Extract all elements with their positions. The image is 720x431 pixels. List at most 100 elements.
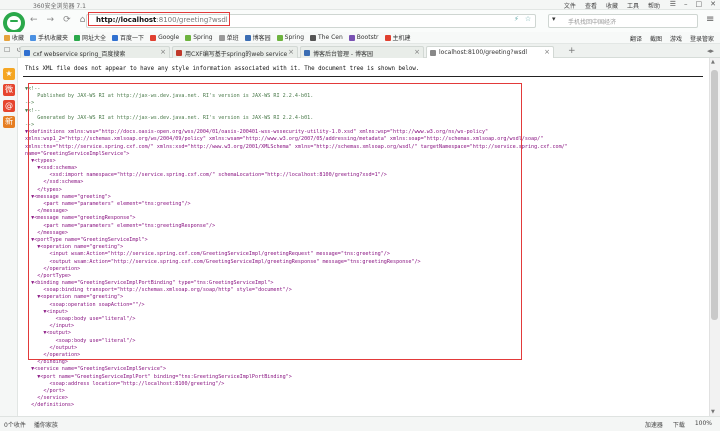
tab-close-icon[interactable]: × [414, 48, 420, 56]
xml-line: </service> [25, 395, 68, 402]
xml-line: </xsd:schema> [25, 179, 84, 186]
url-host: http://localhost [96, 16, 157, 24]
star-icon[interactable]: ☆ [525, 15, 531, 23]
tab-close-icon[interactable]: × [544, 48, 550, 56]
xml-line: </portType> [25, 272, 72, 279]
toolbar-item[interactable]: 游戏 [670, 34, 682, 43]
browser-tab[interactable]: 博客后台管理 - 博客园 × [300, 46, 424, 58]
xml-line: </message> [25, 208, 68, 215]
browser-tab[interactable]: localhost:8100/greeting?wsdl × [426, 46, 554, 58]
menu-item[interactable]: 文件 [564, 1, 576, 10]
sidebar-item-icon[interactable]: 微 [3, 84, 15, 96]
status-item[interactable]: 100% [695, 420, 712, 429]
forward-arrow-icon[interactable]: → [47, 15, 55, 25]
bookmark-item[interactable]: Spring [185, 34, 213, 41]
bookmark-label: Spring [193, 34, 213, 41]
lightning-icon[interactable]: ⚡ [514, 15, 519, 23]
sidebar-item-icon[interactable]: ★ [3, 68, 15, 80]
home-icon[interactable]: ⌂ [80, 15, 86, 25]
tab-close-icon[interactable]: × [160, 48, 166, 56]
bookmark-item[interactable]: Bootstr [348, 34, 379, 41]
menu-item[interactable]: 查看 [585, 1, 597, 10]
xml-line: <output wsam:Action="http://service.spri… [25, 258, 421, 265]
bookmark-item[interactable]: 单班 [218, 33, 239, 42]
tab-list-icon[interactable]: ☐ [4, 46, 10, 54]
scroll-up-icon[interactable]: ▲ [711, 59, 715, 65]
toolbar-item[interactable]: 截图 [650, 34, 662, 43]
new-tab-button[interactable]: + [568, 46, 576, 56]
bookmark-icon [4, 34, 10, 41]
bookmark-item[interactable]: Google [150, 34, 179, 41]
back-arrow-icon[interactable]: ← [30, 15, 38, 25]
browser-tab[interactable]: 用CXF编写基于spring的web service × [172, 46, 298, 58]
browser-tab[interactable]: cxf webservice spring_百度搜索 × [20, 46, 170, 58]
bookmark-label: 主机建 [392, 35, 411, 42]
bookmark-label: 手机收藏夹 [38, 35, 69, 42]
status-item[interactable]: 播你家族 [34, 420, 58, 429]
status-item[interactable]: 0个收件 [4, 420, 26, 429]
search-engine-icon[interactable]: ▾ [552, 15, 556, 23]
bookmark-item[interactable]: 百度一下 [112, 33, 144, 42]
tab-favicon-icon [176, 50, 182, 56]
tab-label: localhost:8100/greeting?wsdl [439, 49, 528, 56]
scrollbar-thumb[interactable] [711, 70, 718, 320]
menu-item[interactable]: 工具 [627, 1, 639, 10]
window-controls: ☰ – □ ✕ [670, 0, 716, 8]
xml-line: </input> [25, 323, 75, 330]
bookmark-item[interactable]: 收藏 [4, 33, 24, 42]
xml-line: </port> [25, 387, 65, 394]
xml-tree: ▼<!-- Published by JAX-WS RI at http://j… [25, 86, 568, 409]
window-control[interactable]: – [684, 0, 688, 8]
bookmark-item[interactable]: 主机建 [384, 33, 411, 42]
toolbar-item[interactable]: 登录管家 [690, 34, 714, 43]
tab-favicon-icon [24, 50, 30, 56]
page-content: This XML file does not appear to have an… [19, 58, 709, 416]
sidebar: ★ 微 @ 新 [0, 58, 18, 416]
bookmark-item[interactable]: Spring [276, 34, 304, 41]
bookmark-item[interactable]: The Cen [310, 34, 343, 41]
xml-line: ▼<binding name="GreetingServiceImplPortB… [25, 280, 274, 287]
refresh-icon[interactable]: ⟳ [63, 15, 71, 25]
xml-line: <part name="parameters" element="tns:gre… [25, 222, 216, 229]
xml-line: </output> [25, 344, 78, 351]
bookmark-item[interactable]: 博客园 [244, 33, 271, 42]
sidebar-item-icon[interactable]: 新 [3, 116, 15, 128]
tab-scroll-icon[interactable]: ◂▸ [707, 47, 714, 55]
xml-line: </message> [25, 229, 68, 236]
status-right: 加速器 下载 100% [645, 420, 712, 429]
bookmark-icon [310, 34, 317, 41]
scroll-down-icon[interactable]: ▼ [711, 409, 715, 415]
xml-line: ▼<port name="GreetingServiceImplPort" bi… [25, 373, 292, 380]
menu-item[interactable]: 帮助 [648, 1, 660, 10]
xml-line: ▼<definitions xmlns:wsu="http://docs.oas… [25, 129, 489, 136]
url-text[interactable]: http://localhost:8100/greeting?wsdl [96, 16, 228, 24]
xml-line: xmlns:wsp1_2="http://schemas.xmlsoap.org… [25, 136, 544, 143]
menu-item[interactable]: 收藏 [606, 1, 618, 10]
xml-line: ▼<message name="greeting"> [25, 193, 111, 200]
browser-menu-icon[interactable]: ≡ [706, 14, 714, 25]
xml-line: ▼<!-- [25, 86, 41, 92]
search-placeholder: 手机找回中国经济 [568, 19, 617, 26]
bookmarks-bar: 收藏 手机收藏夹 网址大全 百度一下 Google Spring 单班 博客园 Spring Th… [0, 32, 720, 44]
window-control[interactable]: ✕ [710, 0, 716, 8]
xml-line: ▼<xsd:schema> [25, 165, 78, 172]
xml-line: </operation> [25, 351, 81, 358]
window-menu: 文件 查看 收藏 工具 帮助 [564, 1, 660, 10]
sidebar-item-icon[interactable]: @ [3, 100, 15, 112]
toolbar-item[interactable]: 翻译 [630, 34, 642, 43]
bookmark-icon [150, 34, 157, 41]
xml-line: </definitions> [25, 402, 75, 409]
tab-close-icon[interactable]: × [288, 48, 294, 56]
bookmark-icon [244, 34, 251, 41]
title-bar: 360安全浏览器 7.1 文件 查看 收藏 工具 帮助 ☰ – □ ✕ [0, 0, 720, 10]
window-control[interactable]: □ [696, 0, 703, 8]
bookmark-item[interactable]: 网址大全 [74, 33, 106, 42]
bookmark-icon [74, 34, 81, 41]
status-item[interactable]: 下载 [673, 420, 685, 429]
browser-logo-icon[interactable] [3, 12, 25, 34]
bookmark-label: Google [158, 34, 180, 41]
window-control[interactable]: ☰ [670, 0, 676, 8]
xml-notice: This XML file does not appear to have an… [25, 66, 420, 72]
bookmark-item[interactable]: 手机收藏夹 [30, 33, 68, 42]
status-item[interactable]: 加速器 [645, 420, 663, 429]
